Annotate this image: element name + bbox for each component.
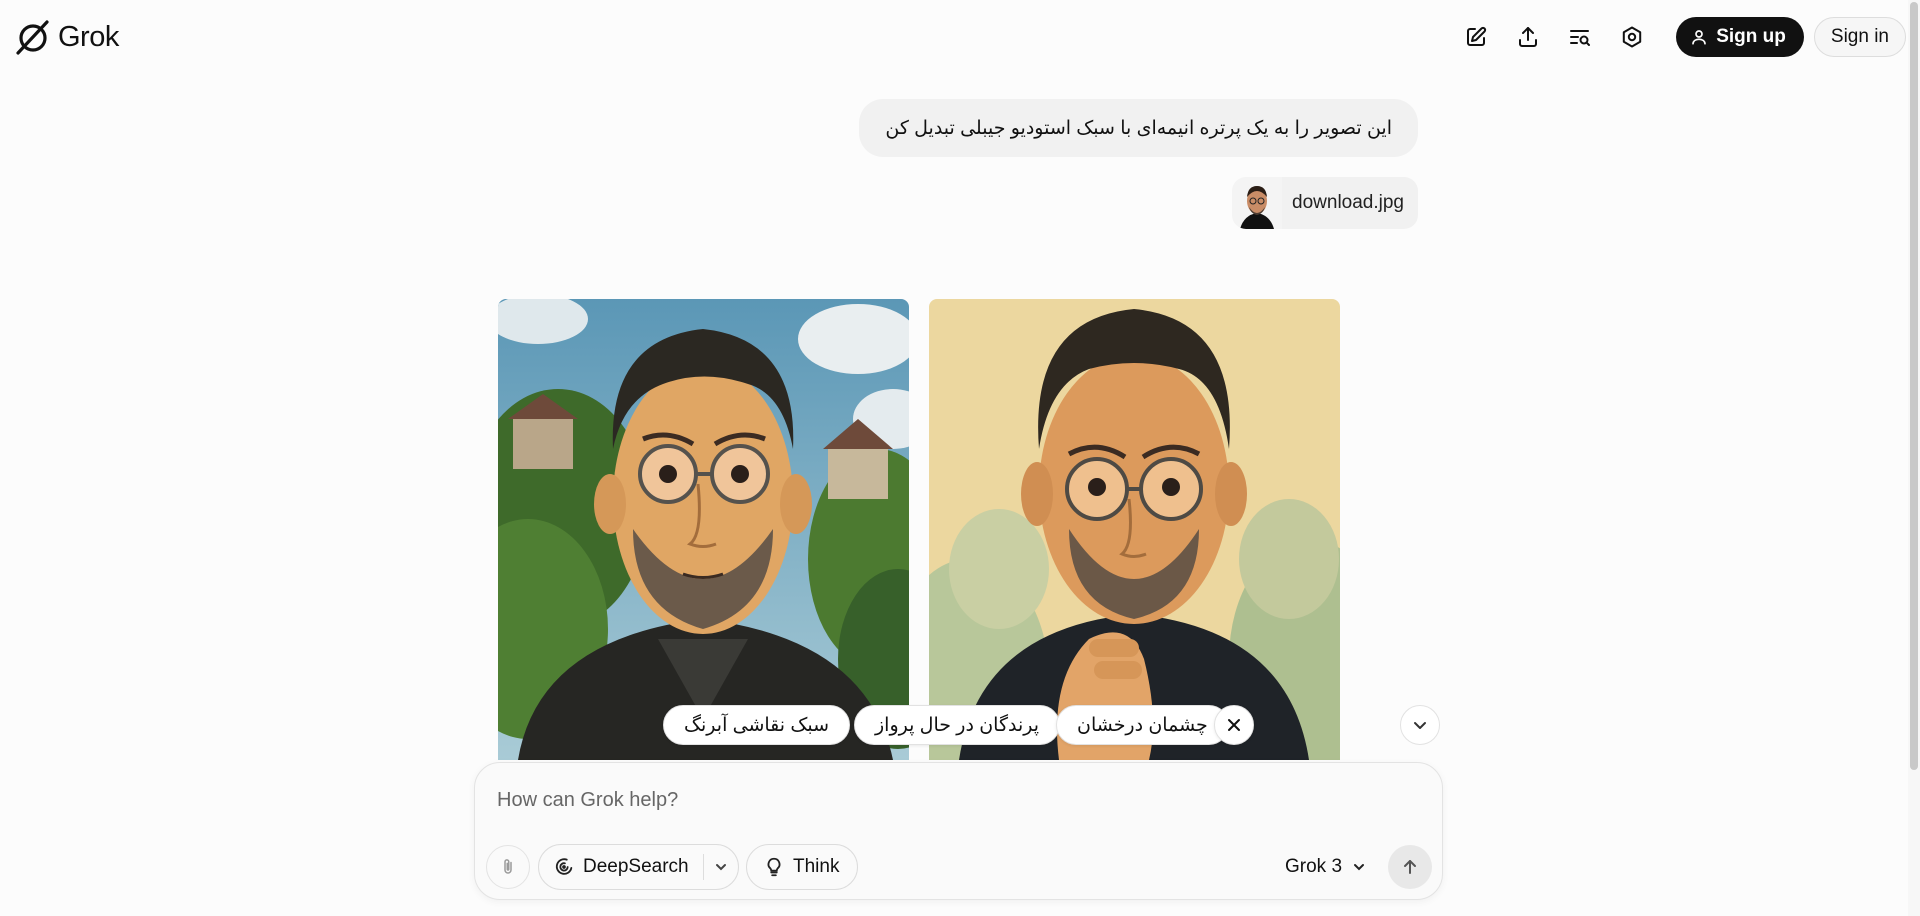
dismiss-suggestions-button[interactable] xyxy=(1214,705,1254,745)
send-button[interactable] xyxy=(1388,845,1432,889)
chevron-down-icon xyxy=(1414,722,1426,729)
message-composer: DeepSearch Think Grok 3 xyxy=(474,762,1443,900)
share-button[interactable] xyxy=(1508,17,1548,57)
think-button[interactable]: Think xyxy=(746,844,859,890)
sign-up-button[interactable]: Sign up xyxy=(1676,17,1804,57)
share-icon xyxy=(1519,27,1538,47)
deepsearch-options-button[interactable] xyxy=(704,845,738,889)
attachment-chip[interactable]: download.jpg xyxy=(1232,177,1418,229)
deepsearch-button[interactable]: DeepSearch xyxy=(539,845,703,889)
new-chat-button[interactable] xyxy=(1456,17,1496,57)
suggestion-chip-watercolor[interactable]: سبک نقاشی آبرنگ xyxy=(663,705,851,745)
header-actions: Sign up Sign in xyxy=(1444,17,1906,57)
attachment-thumbnail xyxy=(1232,177,1283,229)
grok-logo[interactable]: Grok xyxy=(14,18,119,56)
new-chat-icon xyxy=(1467,26,1487,46)
close-icon xyxy=(1228,719,1240,731)
attachment-filename: download.jpg xyxy=(1292,192,1404,213)
paperclip-icon xyxy=(504,859,512,874)
deepsearch-icon xyxy=(555,858,573,875)
message-input[interactable] xyxy=(497,785,1397,815)
user-message: این تصویر را به یک پرتره انیمه‌ای با سبک… xyxy=(859,99,1418,157)
deepsearch-button-group: DeepSearch xyxy=(538,844,739,890)
app-name: Grok xyxy=(58,20,119,53)
scroll-to-bottom-button[interactable] xyxy=(1400,705,1440,745)
user-icon xyxy=(1692,30,1707,45)
scrollbar[interactable] xyxy=(1908,0,1920,916)
generated-image-1[interactable] xyxy=(498,299,909,760)
chevron-down-icon xyxy=(715,864,726,871)
think-label: Think xyxy=(793,856,840,877)
attach-button[interactable] xyxy=(486,845,530,889)
sign-up-label: Sign up xyxy=(1716,26,1786,47)
settings-button[interactable] xyxy=(1612,17,1652,57)
grok-logo-icon xyxy=(16,20,49,55)
generated-image-2[interactable] xyxy=(929,299,1340,760)
suggestion-chip-birds[interactable]: پرندگان در حال پرواز xyxy=(854,705,1061,745)
scrollbar-thumb[interactable] xyxy=(1910,2,1918,770)
deepsearch-label: DeepSearch xyxy=(583,856,689,877)
lightbulb-icon xyxy=(767,857,781,877)
suggestion-chip-shining-eyes[interactable]: چشمان درخشان xyxy=(1056,705,1229,745)
sign-in-button[interactable]: Sign in xyxy=(1813,17,1906,57)
search-history-button[interactable] xyxy=(1560,17,1600,57)
model-selector[interactable]: Grok 3 xyxy=(1285,856,1366,878)
chevron-down-icon xyxy=(1354,864,1365,871)
model-label: Grok 3 xyxy=(1285,856,1343,877)
search-history-icon xyxy=(1570,30,1591,46)
settings-icon xyxy=(1623,26,1642,48)
arrow-up-icon xyxy=(1404,860,1416,874)
